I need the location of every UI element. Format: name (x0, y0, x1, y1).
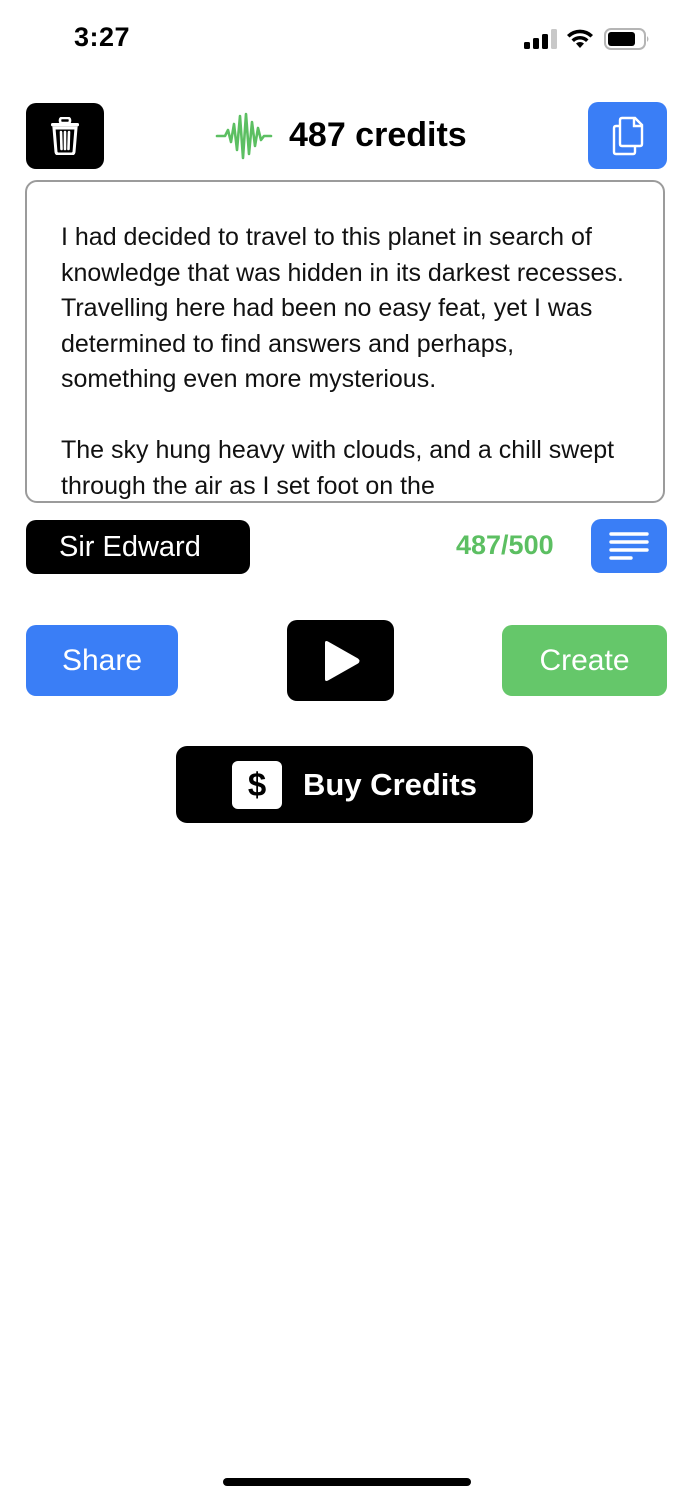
create-button[interactable]: Create (502, 625, 667, 696)
copy-icon (612, 116, 643, 155)
character-count: 487/500 (456, 530, 554, 560)
cellular-signal-icon (524, 29, 557, 49)
status-time: 3:27 (74, 22, 131, 52)
share-button[interactable]: Share (26, 625, 178, 696)
story-text: I had decided to travel to this planet i… (61, 223, 624, 500)
copy-button[interactable] (588, 102, 667, 169)
credits-balance-title: 487 credits (289, 116, 467, 154)
text-lines-icon (609, 532, 649, 560)
buy-credits-button[interactable]: $ Buy Credits (176, 746, 533, 823)
voice-selector-button[interactable]: Sir Edward (26, 520, 250, 574)
play-button[interactable] (287, 620, 394, 701)
story-text-area[interactable]: I had decided to travel to this planet i… (25, 180, 665, 503)
battery-icon (604, 28, 649, 50)
wifi-icon (567, 29, 593, 48)
dollar-icon: $ (232, 760, 282, 809)
buy-credits-label: Buy Credits (303, 766, 477, 802)
home-indicator[interactable] (223, 1478, 471, 1486)
text-format-button[interactable] (591, 519, 667, 573)
waveform-icon (215, 112, 273, 160)
delete-button[interactable] (26, 103, 104, 169)
trash-icon (51, 117, 79, 155)
play-icon (324, 640, 359, 681)
